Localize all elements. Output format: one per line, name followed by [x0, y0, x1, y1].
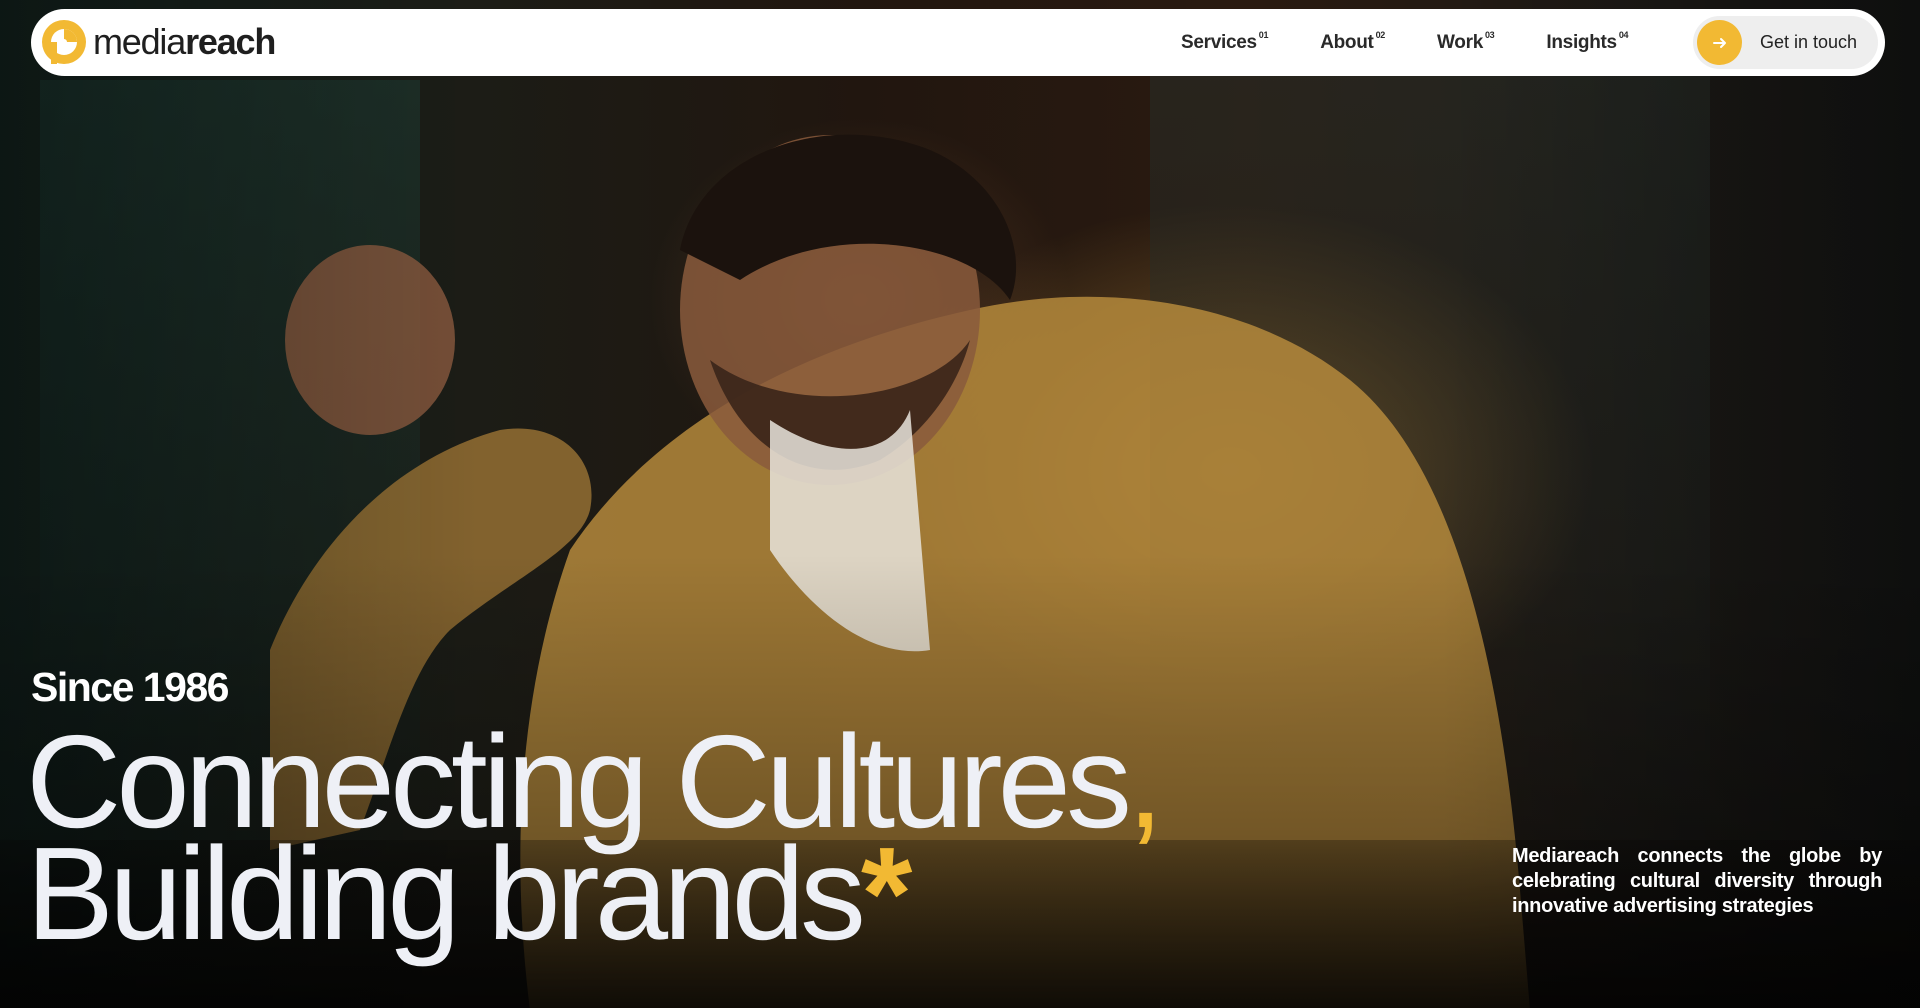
nav-item-index: 04: [1618, 29, 1629, 40]
nav-item-index: 02: [1375, 29, 1386, 40]
nav-item-work[interactable]: Work 03: [1437, 29, 1495, 54]
hero-headline: Connecting Cultures, Building brands*: [26, 716, 1164, 960]
since-label: Since 1986: [31, 664, 230, 710]
nav-item-label: Insights: [1546, 31, 1617, 53]
nav-item-label: Work: [1437, 31, 1483, 53]
nav-item-index: 01: [1258, 29, 1269, 40]
logo-wordmark: mediareach: [93, 19, 276, 65]
mediareach-logo-icon: [42, 20, 86, 64]
nav-links: Services 01 About 02 Work 03 Insights 04: [1181, 9, 1680, 76]
top-navbar: mediareach Services 01 About 02 Work 03 Ins…: [31, 9, 1885, 76]
nav-item-insights[interactable]: Insights 04: [1546, 29, 1629, 54]
nav-item-label: Services: [1181, 31, 1257, 53]
get-in-touch-button[interactable]: Get in touch: [1693, 16, 1878, 69]
hero-section: mediareach Services 01 About 02 Work 03 Ins…: [0, 0, 1920, 1008]
hero-tagline: Mediareach connects the globe by celebra…: [1512, 845, 1882, 917]
headline-comma: ,: [1127, 708, 1164, 855]
arrow-right-icon: [1697, 20, 1742, 65]
logo-link[interactable]: mediareach: [41, 19, 276, 65]
nav-item-label: About: [1320, 31, 1374, 53]
nav-item-services[interactable]: Services 01: [1181, 29, 1269, 54]
logo-text-light: media: [93, 21, 186, 62]
nav-item-about[interactable]: About 02: [1320, 29, 1386, 54]
get-in-touch-label: Get in touch: [1760, 32, 1858, 52]
headline-line-2-text: Building brands: [26, 820, 866, 967]
logo-text-bold: reach: [185, 21, 276, 62]
nav-item-index: 03: [1484, 29, 1495, 40]
asterisk-icon: *: [860, 820, 912, 967]
